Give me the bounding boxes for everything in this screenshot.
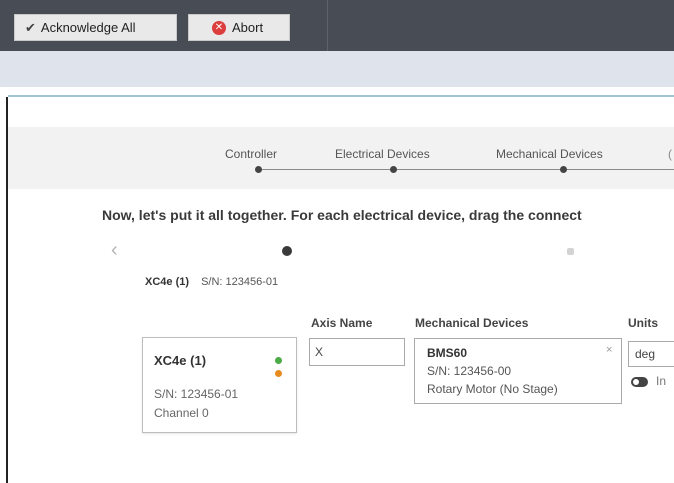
units-selected-value: deg — [635, 347, 656, 361]
abort-icon: ✕ — [212, 20, 226, 35]
sub-header-bar — [0, 51, 674, 87]
device-card-name: XC4e (1) — [154, 353, 207, 368]
step-controller[interactable]: Controller — [225, 147, 277, 161]
axis-name-input[interactable]: X — [309, 338, 405, 366]
mechanical-device-card[interactable]: BMS60 × S/N: 123456-00 Rotary Motor (No … — [414, 338, 622, 404]
axis-name-value: X — [315, 345, 324, 359]
step-electrical-devices[interactable]: Electrical Devices — [335, 147, 430, 161]
column-axis-name: Axis Name — [311, 316, 373, 330]
pager-dot-inactive[interactable] — [567, 248, 574, 255]
column-mechanical-devices: Mechanical Devices — [415, 316, 529, 330]
status-ok-icon — [275, 357, 282, 364]
acknowledge-all-button[interactable]: ✔ Acknowledge All — [14, 14, 177, 41]
step-electrical-devices-dot — [390, 166, 397, 173]
header-accent-line — [8, 95, 674, 97]
status-warning-icon — [275, 370, 282, 377]
step-mechanical-devices-dot — [560, 166, 567, 173]
toggle-knob — [633, 379, 639, 385]
column-units: Units — [628, 316, 658, 330]
mechanical-device-name: BMS60 — [427, 346, 468, 360]
invert-toggle[interactable] — [631, 377, 648, 387]
device-header-name: XC4e (1) — [145, 276, 190, 288]
instructions-text: Now, let's put it all together. For each… — [102, 207, 582, 223]
device-header: XC4e (1) S/N: 123456-01 — [145, 276, 278, 288]
toolbar-divider — [327, 0, 328, 51]
close-icon[interactable]: × — [606, 344, 612, 356]
mechanical-device-serial: S/N: 123456-00 — [427, 364, 512, 378]
invert-toggle-label: In — [656, 374, 667, 388]
top-toolbar: ✔ Acknowledge All ✕ Abort — [0, 0, 674, 51]
chevron-left-icon[interactable]: ‹ — [111, 240, 118, 260]
stepper-track — [258, 169, 674, 170]
step-controller-dot — [255, 166, 262, 173]
device-card-channel: Channel 0 — [154, 406, 209, 420]
electrical-device-card[interactable]: XC4e (1) S/N: 123456-01 Channel 0 — [142, 337, 297, 433]
device-card-serial: S/N: 123456-01 — [154, 387, 239, 401]
abort-label: Abort — [232, 20, 264, 35]
step-next-partial: ( — [668, 147, 672, 161]
step-mechanical-devices[interactable]: Mechanical Devices — [496, 147, 603, 161]
abort-button[interactable]: ✕ Abort — [188, 14, 290, 41]
check-icon: ✔ — [25, 19, 36, 35]
units-select[interactable]: deg — [628, 341, 674, 367]
pager-dot-active[interactable] — [282, 246, 292, 256]
acknowledge-all-label: Acknowledge All — [40, 20, 136, 35]
mechanical-device-type: Rotary Motor (No Stage) — [427, 382, 558, 396]
device-header-serial: S/N: 123456-01 — [201, 276, 279, 288]
